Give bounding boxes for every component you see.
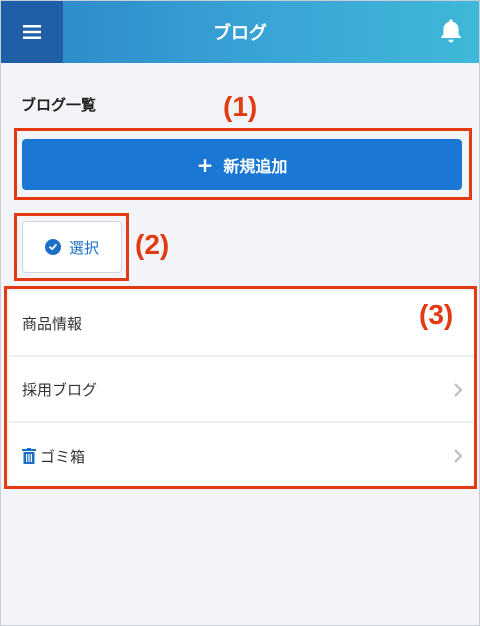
add-new-button[interactable]: + 新規追加	[22, 139, 462, 190]
check-circle-icon	[44, 239, 61, 255]
annotation-box-3	[4, 286, 477, 489]
annotation-label-1: (1)	[223, 91, 258, 122]
plus-icon: +	[196, 152, 214, 177]
app-header: ブログ	[1, 1, 479, 63]
hamburger-icon	[23, 25, 41, 39]
menu-button[interactable]	[1, 1, 63, 63]
select-button[interactable]: 選択	[22, 221, 122, 273]
page-title: ブログ	[213, 23, 267, 44]
annotation-label-2: (2)	[135, 229, 170, 260]
add-new-label: 新規追加	[223, 156, 288, 176]
section-title: ブログ一覧	[21, 96, 97, 114]
annotation-label-3: (3)	[419, 299, 454, 330]
select-label: 選択	[68, 238, 99, 257]
bell-icon[interactable]	[437, 17, 465, 45]
